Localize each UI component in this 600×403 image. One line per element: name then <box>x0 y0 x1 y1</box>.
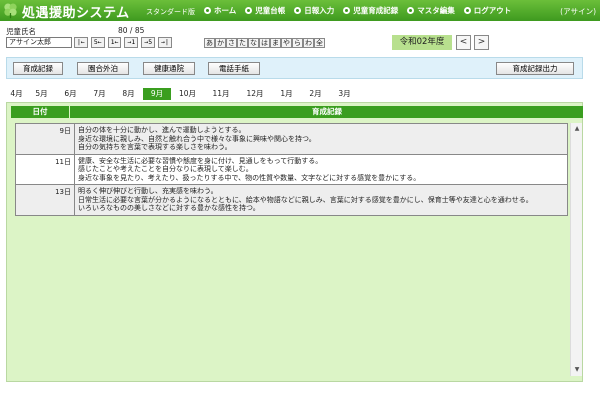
records-table-header: 日付 育成記録 <box>11 106 583 118</box>
record-column-header: 育成記録 <box>312 107 342 116</box>
tab-march[interactable]: 3月 <box>330 88 359 100</box>
kana-a-button[interactable]: あ <box>204 38 215 48</box>
tab-december[interactable]: 12月 <box>238 88 272 100</box>
app-title: 処遇援助システム <box>22 6 130 21</box>
records-scrollbar[interactable]: ▲ ▼ <box>570 123 582 376</box>
nav-master-edit[interactable]: マスタ編集 <box>407 5 455 16</box>
nav-daily-report[interactable]: 日報入力 <box>294 5 334 16</box>
last-child-button[interactable]: →| <box>158 37 172 48</box>
back-5-button[interactable]: 5← <box>90 37 105 48</box>
month-tabs: 4月 5月 6月 7月 8月 9月 10月 11月 12月 1月 2月 3月 <box>6 88 359 100</box>
main-nav: ホーム 児童台帳 日報入力 児童育成記録 マスタ編集 ログアウト <box>204 5 511 16</box>
kana-ma-button[interactable]: ま <box>270 38 281 48</box>
child-count: 80 / 85 <box>118 26 145 35</box>
forward-1-button[interactable]: →1 <box>124 37 139 48</box>
nav-logout[interactable]: ログアウト <box>463 5 511 16</box>
nav-bullet-icon <box>204 7 211 14</box>
date-column-header: 日付 <box>11 106 70 118</box>
tab-november[interactable]: 11月 <box>204 88 238 100</box>
records-list: 9日 自分の体を十分に動かし、進んで運動しようとする。 身近な環境に親しみ、自然… <box>15 123 568 216</box>
record-text: 自分の体を十分に動かし、進んで運動しようとする。 身近な環境に親しみ、自然と触れ… <box>78 126 316 151</box>
kana-all-button[interactable]: 全 <box>314 38 325 48</box>
nav-bullet-icon <box>407 7 415 14</box>
fiscal-year-label: 令和02年度 <box>392 35 452 50</box>
table-row[interactable]: 9日 自分の体を十分に動かし、進んで運動しようとする。 身近な環境に親しみ、自然… <box>15 123 568 155</box>
nav-bullet-icon <box>294 7 302 14</box>
next-year-button[interactable]: > <box>474 35 489 50</box>
tab-june[interactable]: 6月 <box>56 88 85 100</box>
kana-filter: あ か さ た な は ま や ら わ 全 <box>204 38 325 48</box>
back-1-button[interactable]: 1← <box>107 37 122 48</box>
kana-sa-button[interactable]: さ <box>226 38 237 48</box>
tab-july[interactable]: 7月 <box>85 88 114 100</box>
child-name-select[interactable]: アサイン太郎 <box>6 37 72 48</box>
hospital-visit-button[interactable]: 健康通院 <box>143 62 195 75</box>
user-name: (アサイン) <box>560 7 596 16</box>
kana-ya-button[interactable]: や <box>281 38 292 48</box>
tab-september[interactable]: 9月 <box>143 88 171 100</box>
record-date: 9日 <box>16 124 75 154</box>
forward-5-button[interactable]: →5 <box>141 37 156 48</box>
app-header: 処遇援助システム スタンダード版 ホーム 児童台帳 日報入力 児童育成記録 マス… <box>0 0 600 21</box>
scroll-down-icon[interactable]: ▼ <box>571 364 583 376</box>
table-row[interactable]: 11日 健康、安全な生活に必要な習慣や態度を身に付け、見通しをもって行動する。 … <box>15 154 568 185</box>
records-panel: 日付 育成記録 9日 自分の体を十分に動かし、進んで運動しようとする。 身近な環… <box>6 102 583 382</box>
kana-wa-button[interactable]: わ <box>303 38 314 48</box>
nav-bullet-icon <box>463 7 471 14</box>
growth-record-button[interactable]: 育成記録 <box>13 62 63 75</box>
record-text: 健康、安全な生活に必要な習慣や態度を身に付け、見通しをもって行動する。 感じたこ… <box>78 156 421 182</box>
kana-ra-button[interactable]: ら <box>292 38 303 48</box>
action-toolbar: 育成記録 園合外泊 健康通院 電話手紙 育成記録出力 <box>6 57 583 79</box>
nav-bullet-icon <box>245 7 253 14</box>
tab-october[interactable]: 10月 <box>171 88 204 100</box>
tab-february[interactable]: 2月 <box>301 88 330 100</box>
clover-logo-icon <box>4 3 17 19</box>
first-child-button[interactable]: |← <box>74 37 88 48</box>
table-row[interactable]: 13日 明るく伸び伸びと行動し、充実感を味わう。 日常生活に必要な言葉が分かるよ… <box>15 185 568 216</box>
overnight-button[interactable]: 園合外泊 <box>77 62 129 75</box>
record-date: 13日 <box>16 185 75 215</box>
tab-august[interactable]: 8月 <box>114 88 143 100</box>
child-name-label: 児童氏名 <box>6 27 36 36</box>
export-growth-record-button[interactable]: 育成記録出力 <box>496 62 574 75</box>
nav-child-ledger[interactable]: 児童台帳 <box>245 5 285 16</box>
nav-bullet-icon <box>343 7 351 14</box>
prev-year-button[interactable]: < <box>456 35 471 50</box>
kana-na-button[interactable]: な <box>248 38 259 48</box>
tab-january[interactable]: 1月 <box>272 88 301 100</box>
scroll-up-icon[interactable]: ▲ <box>571 123 583 135</box>
tab-may[interactable]: 5月 <box>27 88 56 100</box>
kana-ka-button[interactable]: か <box>215 38 226 48</box>
app-edition: スタンダード版 <box>146 8 195 16</box>
kana-ta-button[interactable]: た <box>237 38 248 48</box>
kana-ha-button[interactable]: は <box>259 38 270 48</box>
nav-growth-record[interactable]: 児童育成記録 <box>343 5 398 16</box>
nav-home[interactable]: ホーム <box>204 5 236 16</box>
phone-letter-button[interactable]: 電話手紙 <box>208 62 260 75</box>
record-text: 明るく伸び伸びと行動し、充実感を味わう。 日常生活に必要な言葉が分かるようになる… <box>78 187 533 212</box>
child-pager: |← 5← 1← →1 →5 →| <box>74 37 172 48</box>
record-date: 11日 <box>16 154 75 184</box>
tab-april[interactable]: 4月 <box>6 88 27 100</box>
